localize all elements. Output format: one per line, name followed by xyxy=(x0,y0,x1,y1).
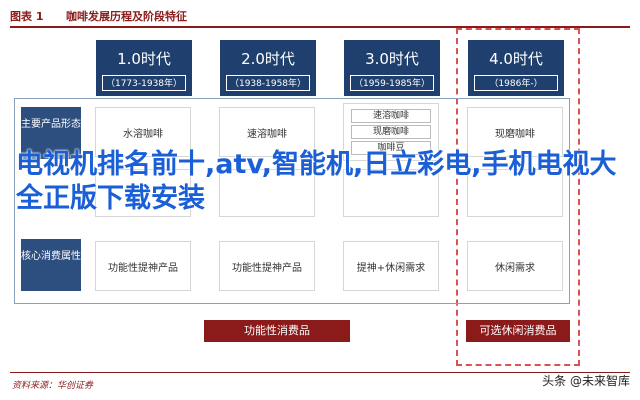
source-note: 资料来源：华创证券 xyxy=(12,381,94,391)
overlay-headline: 电视机排名前十,atv,智能机,日立彩电,手机电视大全正版下载安装 xyxy=(16,149,617,214)
cell-consumption-1: 功能性提神产品 xyxy=(95,241,191,291)
cell-product-3-line: 速溶咖啡 xyxy=(351,109,431,123)
cell-product-3-line: 现磨咖啡 xyxy=(351,125,431,139)
era-box-2: 2.0时代 （1938-1958年） xyxy=(220,40,316,96)
watermark: 头条 @未来智库 xyxy=(542,374,630,388)
era-name: 1.0时代 xyxy=(117,50,171,68)
cell-consumption-2: 功能性提神产品 xyxy=(219,241,315,291)
era-name: 3.0时代 xyxy=(365,50,419,68)
era-years: （1959-1985年） xyxy=(350,75,434,91)
era-name: 2.0时代 xyxy=(241,50,295,68)
footer-rule xyxy=(10,372,630,373)
footer-tag-leisure: 可选休闲消费品 xyxy=(466,320,570,342)
era-years: （1986年-） xyxy=(474,75,558,91)
era-box-3: 3.0时代 （1959-1985年） xyxy=(344,40,440,96)
era-years: （1773-1938年） xyxy=(102,75,186,91)
era-years: （1938-1958年） xyxy=(226,75,310,91)
footer-tag-functional: 功能性消费品 xyxy=(204,320,350,342)
row-head-consumption: 核心消费属性 xyxy=(21,239,81,291)
figure-header: 图表 1 咖啡发展历程及阶段特征 xyxy=(10,6,630,28)
figure-label: 图表 1 xyxy=(10,10,44,23)
cell-consumption-4: 休闲需求 xyxy=(467,241,563,291)
cell-consumption-3: 提神+休闲需求 xyxy=(343,241,439,291)
era-box-4: 4.0时代 （1986年-） xyxy=(468,40,564,96)
era-name: 4.0时代 xyxy=(489,50,543,68)
figure-title: 咖啡发展历程及阶段特征 xyxy=(66,10,187,23)
era-box-1: 1.0时代 （1773-1938年） xyxy=(96,40,192,96)
